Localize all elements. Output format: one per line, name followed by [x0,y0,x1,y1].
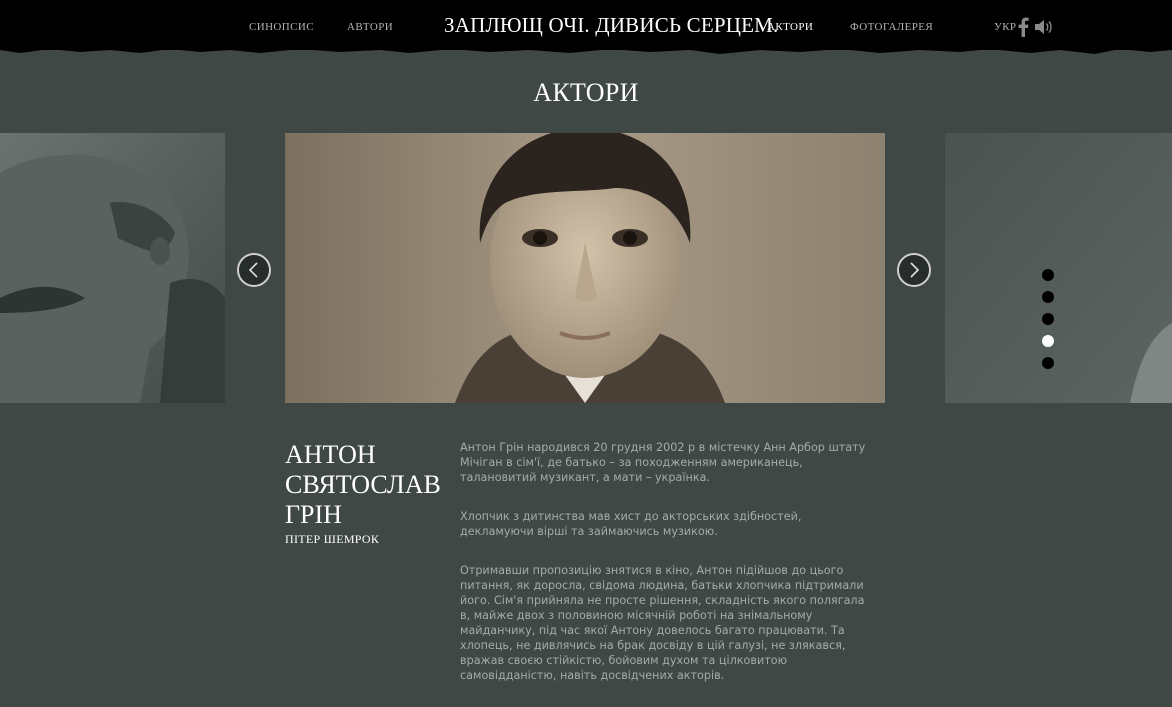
slider-dot-1[interactable] [1042,269,1054,281]
actor-name-line: СВЯТОСЛАВ [285,470,441,499]
actor-biography: Антон Грін народився 20 грудня 2002 р в … [460,440,875,707]
top-navigation-bar: СИНОПСИС АВТОРИ ЗАПЛЮЩ ОЧІ. ДИВИСЬ СЕРЦЕ… [0,0,1172,50]
slider-next-button[interactable] [897,253,931,287]
actor-name: АНТОН СВЯТОСЛАВ ГРІН [285,440,445,530]
chevron-right-icon [910,262,920,278]
chevron-left-icon [248,262,258,278]
language-switch[interactable]: УКР [994,21,1016,33]
slider-prev-button[interactable] [237,253,271,287]
slider-pagination [1042,269,1054,379]
actor-name-line: АНТОН [285,440,376,469]
site-title[interactable]: ЗАПЛЮЩ ОЧІ. ДИВИСЬ СЕРЦЕМ. [444,13,779,38]
bio-paragraph: Отримавши пропозицію знятися в кіно, Ант… [460,564,865,682]
actor-name-line: ГРІН [285,500,342,529]
nav-actors[interactable]: АКТОРИ [767,21,813,33]
facebook-icon[interactable] [1017,17,1029,42]
nav-authors[interactable]: АВТОРИ [347,21,393,33]
bio-paragraph: Хлопчик з дитинства мав хист до акторськ… [460,510,802,538]
nav-synopsis[interactable]: СИНОПСИС [249,21,314,33]
speaker-icon[interactable] [1034,18,1054,41]
slide-next-actor-photo[interactable] [945,133,1172,403]
slider-dot-2[interactable] [1042,291,1054,303]
slider-dot-3[interactable] [1042,313,1054,325]
bio-paragraph: Антон Грін народився 20 грудня 2002 р в … [460,441,866,484]
actor-role: ПІТЕР ШЕМРОК [285,532,380,546]
slider-dot-4[interactable] [1042,335,1054,347]
page-heading: АКТОРИ [533,78,639,107]
slider-dot-5[interactable] [1042,357,1054,369]
nav-gallery[interactable]: ФОТОГАЛЕРЕЯ [850,21,933,33]
slide-active-actor-photo [285,133,885,403]
slide-previous-actor-photo[interactable] [0,133,225,403]
